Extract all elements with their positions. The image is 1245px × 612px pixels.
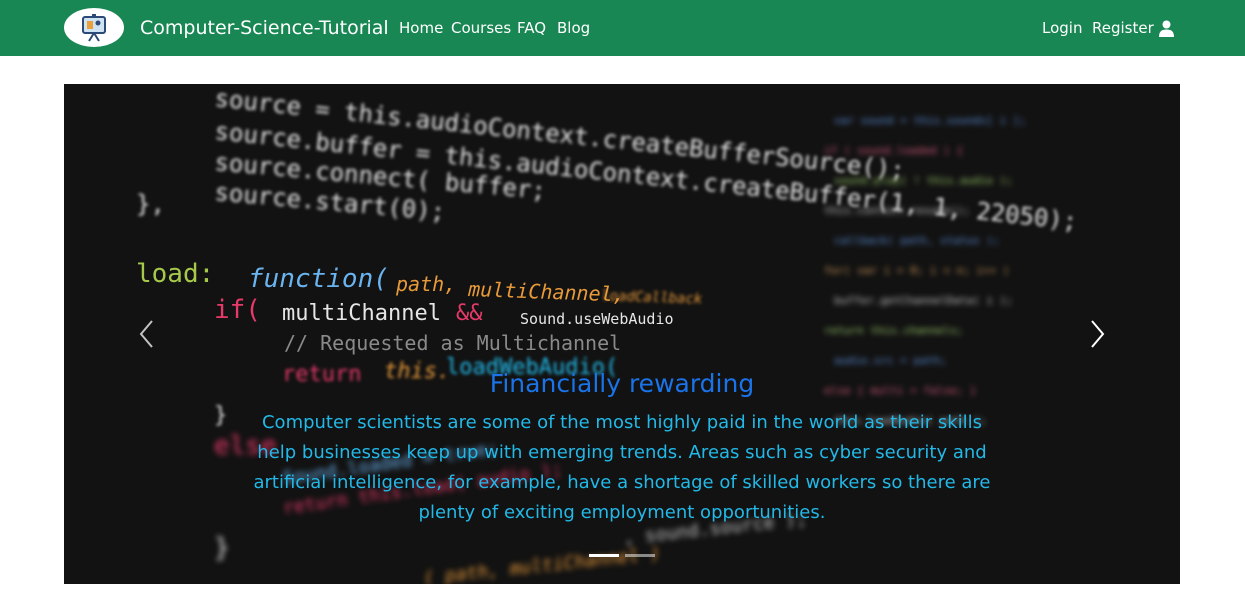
code-line-5: }, — [136, 190, 165, 218]
carousel-indicator-2[interactable] — [625, 554, 655, 557]
nav-link-home[interactable]: Home — [399, 18, 443, 38]
code-close-1: } — [214, 403, 227, 428]
register-link[interactable]: Register — [1092, 18, 1154, 38]
chevron-left-icon[interactable] — [136, 319, 160, 349]
hero-carousel: source = this.audioContext.createBufferS… — [64, 84, 1180, 584]
code-amp: && — [456, 301, 483, 326]
svg-text:this.context.resume();: this.context.resume(); — [824, 204, 970, 217]
svg-text:sound.play( ! this.audio );: sound.play( ! this.audio ); — [834, 174, 1013, 187]
code-comment: // Requested as Multichannel — [284, 331, 621, 355]
brand-name[interactable]: Computer-Science-Tutorial — [140, 16, 389, 40]
svg-text:buffer.getChannelData( i );: buffer.getChannelData( i ); — [834, 294, 1013, 307]
classroom-logo-icon[interactable] — [64, 8, 124, 47]
slide-text: Computer scientists are some of the most… — [253, 412, 991, 523]
navbar: Computer-Science-Tutorial Home Courses F… — [0, 0, 1245, 56]
code-multichannel-2: multiChannel — [282, 301, 441, 326]
code-close-2: } — [214, 533, 230, 563]
svg-text:return this.channels;: return this.channels; — [824, 324, 963, 337]
svg-text:callback( path, status );: callback( path, status ); — [834, 234, 1000, 247]
code-path: path, — [395, 272, 456, 296]
code-if: if( — [214, 295, 261, 325]
svg-text:if ( sound.loaded ) {: if ( sound.loaded ) { — [824, 144, 963, 157]
svg-text:var sound = this.sounds[ i ];: var sound = this.sounds[ i ]; — [834, 114, 1026, 127]
code-function: function( — [248, 264, 389, 294]
nav-link-faq[interactable]: FAQ — [517, 18, 546, 38]
nav-link-blog[interactable]: Blog — [557, 18, 590, 38]
login-link[interactable]: Login — [1042, 18, 1082, 38]
carousel-caption: Financially rewarding Computer scientist… — [244, 366, 1000, 528]
slide-title: Financially rewarding — [489, 369, 755, 398]
chevron-right-icon[interactable] — [1084, 319, 1108, 349]
code-load: load: — [136, 259, 214, 289]
svg-text:for( var i = 0; i < n; i++ ): for( var i = 0; i < n; i++ ) — [824, 264, 1009, 277]
carousel-indicator-1[interactable] — [589, 554, 619, 557]
user-icon[interactable] — [1159, 20, 1174, 37]
code-webaudio: Sound.useWebAudio — [520, 310, 674, 328]
nav-link-courses[interactable]: Courses — [451, 18, 511, 38]
